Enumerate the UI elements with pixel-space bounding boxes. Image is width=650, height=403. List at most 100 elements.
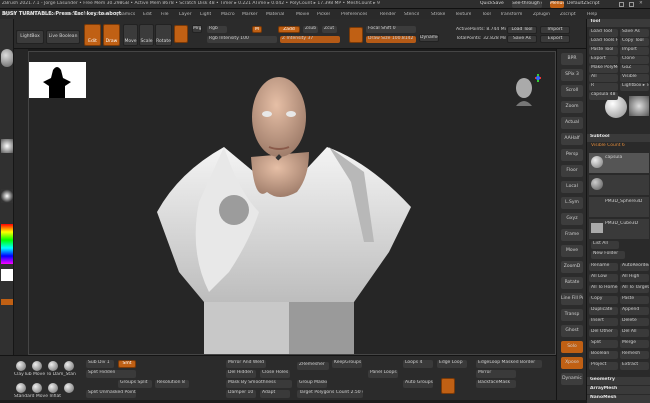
brush-thumbnail[interactable] <box>1 49 13 67</box>
rotate-button[interactable]: Rotate <box>155 24 172 46</box>
quicksave-button[interactable]: QuickSave <box>480 1 510 7</box>
shelf-zoom-button[interactable]: Zoom <box>561 101 583 113</box>
draw-size-slider[interactable]: Draw Size 100.8142 <box>366 36 416 43</box>
brush-move-topological-icon[interactable] <box>32 361 42 371</box>
brush-move-icon[interactable] <box>32 383 42 393</box>
shelf-line-fill-polyf-button[interactable]: Line Fill PolyF <box>561 293 583 305</box>
menu-macro[interactable]: Macro <box>221 12 235 18</box>
menu-material[interactable]: Material <box>266 12 284 18</box>
menu-draw[interactable]: Draw <box>95 12 107 18</box>
tool-import-button[interactable]: Import <box>620 47 649 55</box>
menu-movie[interactable]: Movie <box>296 12 309 18</box>
loops-slider[interactable]: Loops 4 <box>403 360 433 368</box>
m-toggle[interactable]: M <box>252 26 262 33</box>
brush-shape-icon[interactable] <box>349 27 363 43</box>
menu-preferences[interactable]: Preferences <box>341 12 367 18</box>
menu-texture[interactable]: Texture <box>455 12 471 18</box>
menu-render[interactable]: Render <box>380 12 396 18</box>
zcut-toggle[interactable]: Zcut <box>322 26 337 33</box>
save-as-button[interactable]: Save As <box>507 35 537 43</box>
brush-standard-icon[interactable] <box>16 383 26 393</box>
shelf-bpr-button[interactable]: BPR <box>561 53 583 65</box>
smt-toggle[interactable]: Smt <box>118 360 136 368</box>
shelf-zoomd-button[interactable]: ZoomD <box>561 261 583 273</box>
menu-brush[interactable]: Brush <box>23 12 36 18</box>
subtool-section[interactable]: Subtool <box>587 134 650 142</box>
shelf-ghost-button[interactable]: Ghost <box>561 325 583 337</box>
target-polygons-slider[interactable]: Target Polygons Count 2.50 944 <box>297 390 363 398</box>
shelf-l-sym-button[interactable]: L.Sym <box>561 197 583 209</box>
subtool-item[interactable]: PM3D_Cube3D <box>589 219 649 239</box>
subtool-insert-button[interactable]: Insert <box>589 318 618 326</box>
new-folder-button[interactable]: New Folder <box>591 251 625 259</box>
subtool-del-other-button[interactable]: Del Other <box>589 329 618 337</box>
subtool-merge-button[interactable]: Merge <box>620 340 649 348</box>
focal-shift-slider[interactable]: Focal Shift 0 <box>366 26 416 33</box>
menu-alpha[interactable]: Alpha <box>2 12 15 18</box>
zadd-toggle[interactable]: Zadd <box>278 26 300 33</box>
menu-zscript[interactable]: Zscript <box>560 12 576 18</box>
brush-inflat-icon[interactable] <box>48 383 58 393</box>
shelf-aahalf-button[interactable]: AAHalf <box>561 133 583 145</box>
auto-groups-button[interactable]: Auto Groups <box>403 380 433 388</box>
subtool-rename-button[interactable]: Rename <box>589 263 618 271</box>
menu-document[interactable]: Document <box>65 12 88 18</box>
brush-trimdynamic-icon[interactable] <box>64 361 74 371</box>
shelf-scroll-button[interactable]: Scroll <box>561 85 583 97</box>
backface-mask-button[interactable]: BackfaceMask <box>476 380 516 388</box>
subtool-paste-button[interactable]: Paste <box>620 296 649 304</box>
tool-make-polymesh3d-button[interactable]: Make PolyMesh3D <box>589 65 618 73</box>
menu-layer[interactable]: Layer <box>179 12 192 18</box>
menu-tool[interactable]: Tool <box>482 12 491 18</box>
subtool-item[interactable]: capsula <box>589 153 649 173</box>
subtool-copy-button[interactable]: Copy <box>589 296 618 304</box>
subtool-duplicate-button[interactable]: Duplicate <box>589 307 618 315</box>
shelf-persp-button[interactable]: Persp <box>561 149 583 161</box>
subtool-append-button[interactable]: Append <box>620 307 649 315</box>
see-through-slider[interactable]: See-through 0 <box>512 1 542 8</box>
menu-stroke[interactable]: Stroke <box>431 12 445 18</box>
tool-load-tool-button[interactable]: Load Tool <box>589 29 618 37</box>
subtool-all-to-home-button[interactable]: All To Home <box>589 285 618 293</box>
rgb-toggle[interactable]: Rgb <box>207 26 227 33</box>
subtool-project-button[interactable]: Project <box>589 362 618 370</box>
damper-slider[interactable]: Damper 10 <box>226 390 256 398</box>
nanomesh-section[interactable]: NanoMesh <box>587 395 650 403</box>
menu-transform[interactable]: Transform <box>500 12 522 18</box>
geometry-section[interactable]: Geometry <box>587 377 650 385</box>
list-all-button[interactable]: List All <box>591 241 619 249</box>
shelf-xpose-button[interactable]: Xpose <box>561 357 583 369</box>
stroke-thumbnail[interactable] <box>1 139 13 153</box>
menu-dynamics[interactable]: Dynamics <box>113 12 135 18</box>
tool-export-button[interactable]: Export <box>589 56 618 64</box>
menu-light[interactable]: Light <box>200 12 211 18</box>
groups-split-button[interactable]: Groups Split <box>118 380 152 388</box>
rgb-intensity-slider[interactable]: Rgb Intensity 100 <box>207 36 277 43</box>
menus-toggle[interactable]: Menus <box>550 1 564 8</box>
shelf-rotate-button[interactable]: Rotate <box>561 277 583 289</box>
move-button[interactable]: Move <box>123 24 138 46</box>
view-gizmo[interactable] <box>511 72 545 112</box>
menu-help[interactable]: Help <box>587 12 597 18</box>
del-hidden-button[interactable]: Del Hidden <box>226 370 256 378</box>
subtool-all-to-target-button[interactable]: All To Target <box>620 285 649 293</box>
close-holes-button[interactable]: Close Holes <box>260 370 290 378</box>
tool-goz-button[interactable]: GoZ <box>620 65 649 73</box>
subtool-item[interactable]: PM3D_Sphere3D <box>589 197 649 217</box>
mask-by-smoothness-button[interactable]: Mask By Smoothness <box>226 380 292 388</box>
edge-loop-button[interactable]: Edge Loop <box>437 360 467 368</box>
mirror-button[interactable]: Mirror <box>476 370 516 378</box>
main-color-swatch[interactable] <box>1 269 13 281</box>
subtool-all-high-button[interactable]: All High <box>620 274 649 282</box>
resolution-slider[interactable]: Resolution 8 <box>155 380 189 388</box>
mrgb-button[interactable]: Mrgb <box>192 25 202 33</box>
switch-color-button[interactable] <box>1 299 13 305</box>
zremesher-button[interactable]: ZRemesher <box>297 362 329 370</box>
subtool-autoreorder-button[interactable]: AutoReorder <box>620 263 649 271</box>
subtool-extract-button[interactable]: Extract <box>620 362 649 370</box>
lightbox-button[interactable]: LightBox <box>16 30 44 44</box>
maximize-icon[interactable] <box>629 2 634 7</box>
shelf-dynamic-button[interactable]: Dynamic <box>561 373 583 385</box>
brush-dam-standard-icon[interactable] <box>48 361 58 371</box>
shelf-spix-3-button[interactable]: SPix 3 <box>561 69 583 81</box>
